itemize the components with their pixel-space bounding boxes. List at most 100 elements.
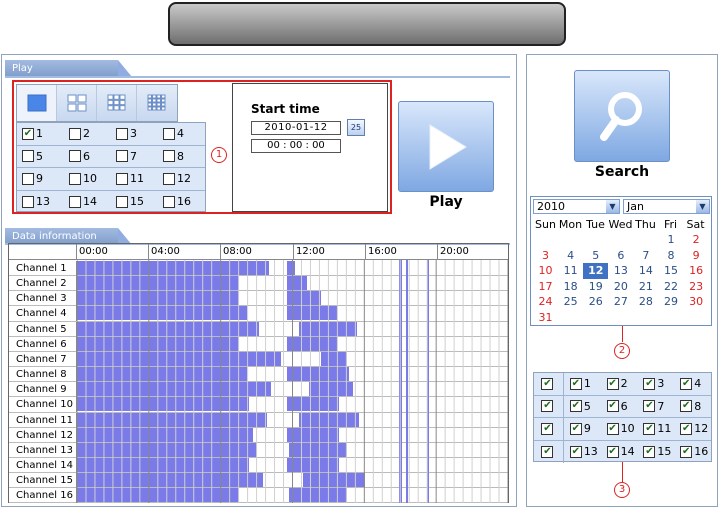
checkbox[interactable]: ✔ bbox=[606, 400, 619, 413]
single-layout-button[interactable] bbox=[17, 85, 57, 121]
timeline-row[interactable]: Channel 1 bbox=[9, 261, 508, 277]
recording-segment[interactable] bbox=[299, 412, 359, 427]
calendar-day[interactable]: 28 bbox=[633, 294, 658, 310]
checkbox[interactable] bbox=[69, 195, 81, 208]
search-channel-checkbox-8[interactable]: ✔ 8 bbox=[674, 400, 711, 413]
search-channel-checkbox-5[interactable]: ✔ 5 bbox=[564, 400, 601, 413]
calendar-day[interactable]: 31 bbox=[533, 310, 558, 326]
play-button[interactable] bbox=[398, 101, 494, 192]
recording-segment[interactable] bbox=[287, 336, 337, 351]
search-channel-checkbox-2[interactable]: ✔ 2 bbox=[601, 377, 638, 390]
nine-layout-button[interactable] bbox=[97, 85, 137, 121]
timeline-row[interactable]: Channel 11 bbox=[9, 412, 508, 428]
checkbox[interactable] bbox=[163, 150, 175, 163]
search-channel-checkbox-10[interactable]: ✔ 10 bbox=[601, 422, 638, 435]
checkbox[interactable]: ✔ bbox=[643, 445, 656, 458]
row-select-all[interactable]: ✔ bbox=[534, 395, 564, 417]
checkbox[interactable] bbox=[116, 172, 128, 185]
recording-segment[interactable] bbox=[77, 321, 259, 336]
checkbox[interactable]: ✔ bbox=[606, 377, 619, 390]
recording-segment[interactable] bbox=[289, 442, 347, 457]
timeline-row[interactable]: Channel 4 bbox=[9, 306, 508, 322]
recording-segment[interactable] bbox=[77, 488, 239, 503]
calendar-day[interactable]: 21 bbox=[633, 279, 658, 295]
calendar-day[interactable]: 15 bbox=[658, 263, 683, 279]
start-time-input[interactable]: 00 : 00 : 00 bbox=[251, 139, 341, 153]
channel-checkbox-14[interactable]: 14 bbox=[64, 195, 111, 208]
search-channel-checkbox-15[interactable]: ✔ 15 bbox=[637, 445, 674, 458]
recording-segment[interactable] bbox=[309, 382, 353, 397]
calendar-day[interactable]: 11 bbox=[558, 263, 583, 279]
calendar-day[interactable]: 29 bbox=[658, 294, 683, 310]
checkbox[interactable]: ✔ bbox=[643, 400, 656, 413]
search-channel-checkbox-4[interactable]: ✔ 4 bbox=[674, 377, 711, 390]
recording-segment[interactable] bbox=[77, 442, 257, 457]
checkbox[interactable] bbox=[163, 127, 175, 140]
checkbox[interactable]: ✔ bbox=[569, 400, 582, 413]
checkbox[interactable]: ✔ bbox=[569, 445, 582, 458]
calendar-day[interactable]: 6 bbox=[608, 248, 633, 264]
timeline-row[interactable]: Channel 9 bbox=[9, 382, 508, 398]
calendar-day[interactable]: 17 bbox=[533, 279, 558, 295]
search-channel-checkbox-9[interactable]: ✔ 9 bbox=[564, 422, 601, 435]
timeline-row[interactable]: Channel 14 bbox=[9, 457, 508, 474]
timeline-row[interactable]: Channel 2 bbox=[9, 276, 508, 292]
timeline-row[interactable]: Channel 3 bbox=[9, 291, 508, 307]
checkbox[interactable] bbox=[116, 195, 128, 208]
checkbox[interactable] bbox=[22, 195, 34, 208]
timeline-row[interactable]: Channel 5 bbox=[9, 321, 508, 337]
recording-segment[interactable] bbox=[287, 427, 339, 442]
timeline-row[interactable]: Channel 6 bbox=[9, 336, 508, 352]
search-channel-checkbox-12[interactable]: ✔ 12 bbox=[674, 422, 711, 435]
channel-checkbox-10[interactable]: 10 bbox=[64, 172, 111, 185]
checkbox[interactable]: ✔ bbox=[541, 377, 554, 390]
recording-segment[interactable] bbox=[77, 382, 271, 397]
recording-segment[interactable] bbox=[77, 306, 247, 321]
calendar-day[interactable]: 7 bbox=[633, 248, 658, 264]
search-button[interactable] bbox=[574, 70, 670, 162]
channel-checkbox-1[interactable]: ✔ 1 bbox=[17, 127, 64, 140]
search-channel-checkbox-13[interactable]: ✔ 13 bbox=[564, 445, 601, 458]
recording-segment[interactable] bbox=[77, 261, 269, 275]
checkbox[interactable]: ✔ bbox=[680, 377, 693, 390]
calendar-day[interactable]: 26 bbox=[583, 294, 608, 310]
recording-segment[interactable] bbox=[77, 336, 239, 351]
calendar-day[interactable]: 19 bbox=[583, 279, 608, 295]
calendar-day[interactable]: 12 bbox=[583, 263, 609, 279]
checkbox[interactable] bbox=[163, 195, 175, 208]
recording-segment[interactable] bbox=[77, 276, 239, 291]
recording-segment[interactable] bbox=[287, 367, 349, 382]
recording-segment[interactable] bbox=[287, 457, 339, 472]
start-date-input[interactable]: 2010-01-12 bbox=[251, 121, 341, 135]
recording-segment[interactable] bbox=[303, 473, 365, 488]
channel-checkbox-2[interactable]: 2 bbox=[64, 127, 111, 140]
search-channel-checkbox-16[interactable]: ✔ 16 bbox=[674, 445, 711, 458]
sixteen-layout-button[interactable] bbox=[137, 85, 177, 121]
search-channel-checkbox-14[interactable]: ✔ 14 bbox=[601, 445, 638, 458]
recording-segment[interactable] bbox=[287, 397, 339, 412]
timeline-row[interactable]: Channel 15 bbox=[9, 473, 508, 489]
calendar-day[interactable]: 24 bbox=[533, 294, 558, 310]
recording-segment[interactable] bbox=[77, 367, 247, 382]
channel-checkbox-8[interactable]: 8 bbox=[158, 150, 205, 163]
channel-checkbox-4[interactable]: 4 bbox=[158, 127, 205, 140]
timeline-row[interactable]: Channel 7 bbox=[9, 351, 508, 368]
channel-checkbox-15[interactable]: 15 bbox=[111, 195, 158, 208]
checkbox[interactable] bbox=[22, 172, 34, 185]
recording-segment[interactable] bbox=[287, 276, 307, 291]
channel-checkbox-12[interactable]: 12 bbox=[158, 172, 205, 185]
search-channel-checkbox-7[interactable]: ✔ 7 bbox=[637, 400, 674, 413]
search-channel-checkbox-3[interactable]: ✔ 3 bbox=[637, 377, 674, 390]
checkbox[interactable] bbox=[163, 172, 175, 185]
calendar-day[interactable]: 22 bbox=[658, 279, 683, 295]
checkbox[interactable]: ✔ bbox=[643, 422, 656, 435]
calendar-day[interactable]: 27 bbox=[608, 294, 633, 310]
recording-segment[interactable] bbox=[289, 488, 347, 503]
row-select-all[interactable]: ✔ bbox=[534, 440, 564, 463]
checkbox[interactable]: ✔ bbox=[680, 422, 693, 435]
channel-checkbox-6[interactable]: 6 bbox=[64, 150, 111, 163]
recording-segment[interactable] bbox=[77, 291, 239, 306]
checkbox[interactable]: ✔ bbox=[541, 445, 554, 458]
timeline-row[interactable]: Channel 8 bbox=[9, 367, 508, 383]
channel-checkbox-11[interactable]: 11 bbox=[111, 172, 158, 185]
